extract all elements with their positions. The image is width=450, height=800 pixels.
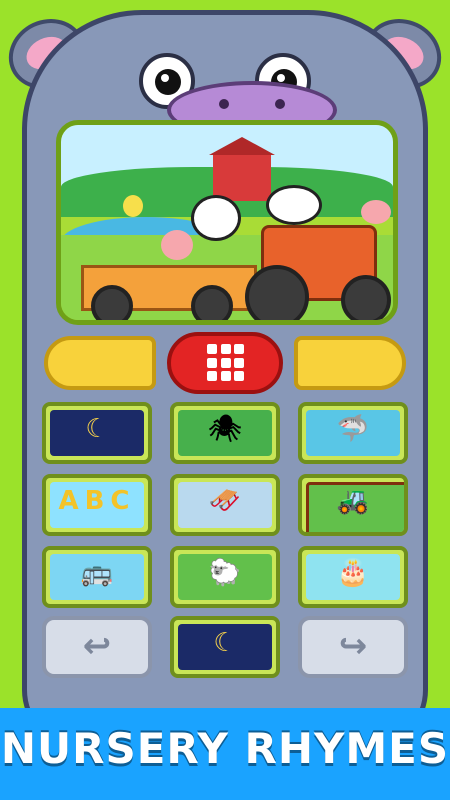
duck-image xyxy=(123,195,143,217)
left-arrow-icon: ↩ xyxy=(82,626,112,666)
back-arrow-button[interactable]: ↩ xyxy=(42,616,152,678)
sleigh-icon: 🛷 xyxy=(208,486,242,516)
spider-icon: 🕷 xyxy=(208,414,242,444)
banner-title: NURSERY RHYMES xyxy=(0,724,450,773)
tractor-icon: 🚜 xyxy=(336,486,370,516)
tile-twinkle-star[interactable]: ☾ xyxy=(42,402,152,464)
wheel-image xyxy=(191,285,233,320)
barn-image xyxy=(209,137,275,201)
right-nav-button[interactable] xyxy=(294,336,406,390)
wheel-image xyxy=(91,285,133,320)
bus-icon: 🚌 xyxy=(80,558,114,588)
dialpad-icon xyxy=(207,344,245,382)
tile-jingle-bells[interactable]: 🛷 xyxy=(170,474,280,536)
cow-image xyxy=(266,185,322,225)
sleeping-baby-icon: ☾ xyxy=(213,628,237,658)
right-arrow-icon: ↪ xyxy=(338,626,368,666)
farm-scene-screen[interactable] xyxy=(56,120,398,325)
wheel-image xyxy=(341,275,391,320)
tile-wheels-on-bus[interactable]: 🚌 xyxy=(42,546,152,608)
left-nav-button[interactable] xyxy=(44,336,156,390)
shark-icon: 🦈 xyxy=(336,414,370,444)
tile-mary-lamb[interactable]: 🐑 xyxy=(170,546,280,608)
tile-happy-birthday[interactable]: 🎂 xyxy=(298,546,408,608)
tile-lullaby[interactable]: ☾ xyxy=(170,616,280,678)
tile-baby-shark[interactable]: 🦈 xyxy=(298,402,408,464)
wheel-image xyxy=(245,265,309,320)
forward-arrow-button[interactable]: ↪ xyxy=(298,616,408,678)
song-tiles-grid: ☾ 🕷 🦈 ABC 🛷 🚜 🚌 🐑 🎂 ↩ ☾ ↪ xyxy=(42,402,408,722)
cow-image xyxy=(191,195,241,241)
moon-icon: ☾ xyxy=(85,414,109,444)
pig-image xyxy=(361,200,391,224)
pig-image xyxy=(161,230,193,260)
dialpad-button[interactable] xyxy=(167,332,283,394)
tile-itsy-spider[interactable]: 🕷 xyxy=(170,402,280,464)
tile-old-macdonald[interactable]: 🚜 xyxy=(298,474,408,536)
sheep-icon: 🐑 xyxy=(208,558,242,588)
cake-icon: 🎂 xyxy=(336,558,370,588)
title-banner: NURSERY RHYMES xyxy=(0,708,450,800)
abc-letters-icon: ABC xyxy=(58,486,136,516)
tile-abc-song[interactable]: ABC xyxy=(42,474,152,536)
